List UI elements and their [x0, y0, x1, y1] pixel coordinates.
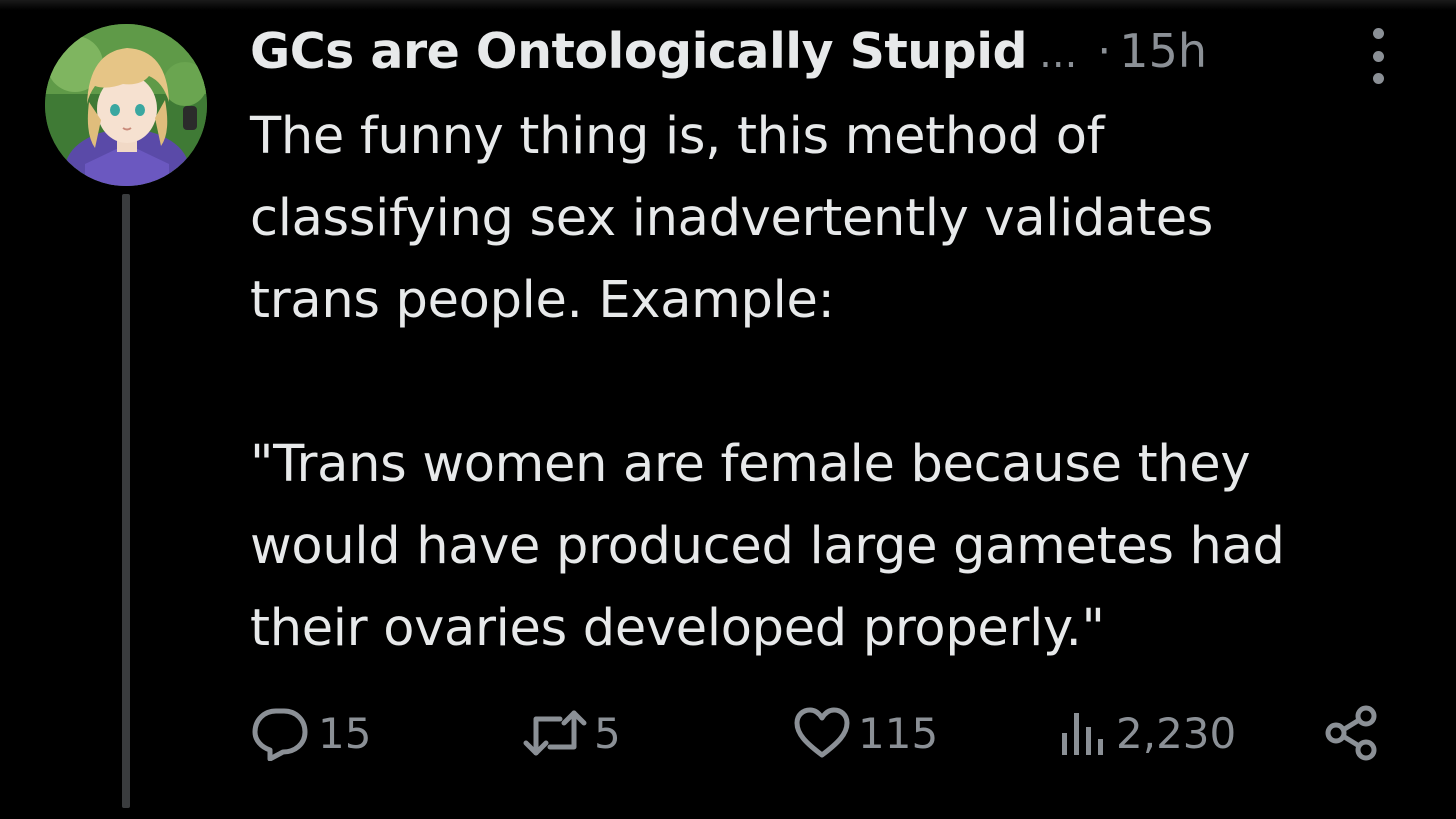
retweet-count: 5: [594, 708, 621, 758]
avatar-image: [45, 24, 207, 186]
avatar[interactable]: [45, 24, 207, 186]
tweet-text: The funny thing is, this method of class…: [250, 107, 1285, 658]
more-options-button[interactable]: [1366, 28, 1390, 84]
vertical-ellipsis-icon: [1372, 28, 1384, 39]
share-nodes-icon: [1325, 705, 1377, 761]
retweet-button[interactable]: 5: [522, 700, 621, 766]
vertical-ellipsis-icon: [1372, 73, 1384, 84]
retweet-arrows-icon: [523, 710, 587, 756]
views-count: 2,230: [1116, 708, 1237, 758]
share-button[interactable]: [1322, 700, 1382, 766]
action-bar: 15 5 115 2,230: [250, 700, 1390, 766]
display-name[interactable]: GCs are Ontologically Stupid: [250, 23, 1028, 80]
vertical-ellipsis-icon: [1372, 50, 1384, 62]
top-edge: [0, 0, 1456, 10]
reply-button[interactable]: 15: [250, 700, 371, 766]
thread-line: [122, 194, 130, 808]
like-count: 115: [858, 708, 939, 758]
heart-icon: [794, 707, 850, 758]
reply-count: 15: [318, 708, 372, 758]
speech-bubble-icon: [252, 708, 308, 761]
views-button[interactable]: 2,230: [1054, 700, 1236, 766]
header-separator: ·: [1097, 25, 1112, 77]
tweet-header: GCs are Ontologically Stupid ... · 15h: [250, 18, 1207, 84]
bar-chart-icon: [1062, 713, 1103, 755]
like-button[interactable]: 115: [792, 700, 938, 766]
name-truncation: ...: [1039, 31, 1078, 77]
timestamp[interactable]: 15h: [1119, 24, 1207, 78]
